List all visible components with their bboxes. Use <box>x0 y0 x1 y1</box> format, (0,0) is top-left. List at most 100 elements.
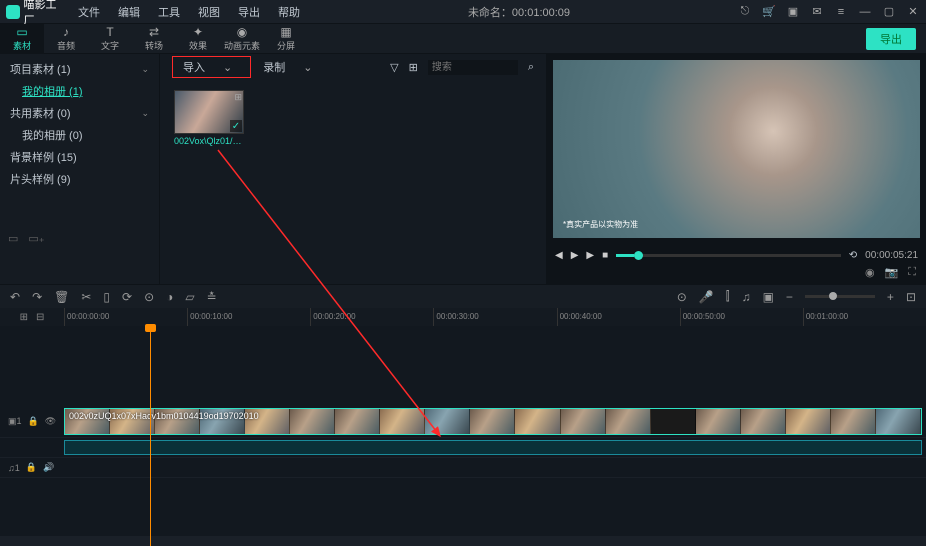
media-sidebar: 项目素材 (1)⌄ 我的相册 (1) 共用素材 (0)⌄ 我的相册 (0) 背景… <box>0 54 160 284</box>
loop-icon[interactable]: ⟲ <box>849 250 857 261</box>
search-icon[interactable]: ⌕ <box>528 61 534 74</box>
rotate-button[interactable]: ⟳ <box>122 290 132 304</box>
lock-icon[interactable]: 🔒 <box>26 462 37 473</box>
voice-icon[interactable]: 🎤 <box>699 290 714 304</box>
preview-panel: ◀ ▶ ▶ ■ ⟲ 00:00:05:21 ◉ 📷 ⛶ <box>546 54 926 284</box>
tab-elements[interactable]: ◉动画元素 <box>220 24 264 54</box>
greenscreen-button[interactable]: ▱ <box>185 290 194 304</box>
zoom-out-button[interactable]: − <box>786 290 793 304</box>
cart-icon[interactable]: 🛒 <box>762 5 776 19</box>
tab-media[interactable]: ▭素材 <box>0 24 44 54</box>
text-icon: T <box>106 26 113 38</box>
clip-label: 002v0zUQ1x07xHacv1bm0104419od19702010 <box>69 411 259 421</box>
menu-help[interactable]: 帮助 <box>278 4 300 20</box>
notify-icon[interactable]: ▣ <box>786 5 800 19</box>
undo-button[interactable]: ↶ <box>10 290 20 304</box>
timeline-expand-icon[interactable]: ⊞ <box>20 312 28 323</box>
timeline-collapse-icon[interactable]: ⊟ <box>36 312 44 323</box>
filter-icon[interactable]: ▽ <box>390 61 398 74</box>
transition-icon: ⇄ <box>149 26 159 38</box>
menu-file[interactable]: 文件 <box>78 4 100 20</box>
menu-export[interactable]: 导出 <box>238 4 260 20</box>
main-menu: 文件 编辑 工具 视图 导出 帮助 <box>78 4 300 20</box>
media-panel: 导入 录制 ▽ ⊞ ⌕ 002Vox\Qlz01/\Acv1bm010 <box>160 54 546 284</box>
close-button[interactable]: ✕ <box>906 5 920 19</box>
delete-button[interactable]: 🗑 <box>54 290 69 304</box>
tab-transition[interactable]: ⇄转场 <box>132 24 176 54</box>
record-dropdown[interactable]: 录制 <box>263 59 312 75</box>
play-button[interactable]: ▶ <box>586 250 594 261</box>
folder-icon[interactable]: ▭₊ <box>28 232 44 245</box>
sidebar-project-media[interactable]: 项目素材 (1)⌄ <box>0 58 159 80</box>
tab-effects[interactable]: ✦效果 <box>176 24 220 54</box>
import-dropdown[interactable]: 导入 <box>172 56 251 78</box>
export-button[interactable]: 导出 <box>866 28 916 50</box>
sidebar-my-album-0[interactable]: 我的相册 (0) <box>0 124 159 146</box>
menu-tools[interactable]: 工具 <box>158 4 180 20</box>
mixer-icon[interactable]: ⫿ <box>726 289 730 304</box>
snapshot-icon[interactable]: ◉ <box>865 266 875 284</box>
video-clip[interactable]: 002v0zUQ1x07xHacv1bm0104419od19702010 <box>64 408 922 435</box>
fullscreen-icon[interactable]: ⛶ <box>908 266 916 284</box>
minimize-button[interactable]: — <box>858 5 872 19</box>
visibility-icon[interactable]: 👁 <box>45 416 56 427</box>
color-button[interactable]: ◑ <box>166 290 173 304</box>
split-button[interactable]: ✂ <box>81 290 91 304</box>
search-input[interactable] <box>428 60 518 75</box>
record-icon[interactable]: ▣ <box>763 290 774 304</box>
document-title: 未命名：00:01:00:09 <box>300 4 738 20</box>
menu-edit[interactable]: 编辑 <box>118 4 140 20</box>
thumbnail-label: 002Vox\Qlz01/\Acv1bm010 <box>174 136 244 146</box>
title-bar: 喵影工厂 文件 编辑 工具 视图 导出 帮助 未命名：00:01:00:09 ⎋… <box>0 0 926 24</box>
track-label: ♫1 <box>8 463 20 473</box>
preview-scrubber[interactable] <box>616 254 841 257</box>
timeline-ruler[interactable]: 00:00:00:00 00:00:10:00 00:00:20:00 00:0… <box>64 308 926 326</box>
media-icon: ▭ <box>16 26 27 38</box>
crop-button[interactable]: ▯ <box>103 290 110 304</box>
video-track-1-audio[interactable] <box>0 438 926 458</box>
media-thumbnail[interactable]: 002Vox\Qlz01/\Acv1bm010 <box>174 90 244 146</box>
sidebar-shared-media[interactable]: 共用素材 (0)⌄ <box>0 102 159 124</box>
new-folder-icon[interactable]: ▭ <box>8 232 18 245</box>
marker-icon[interactable]: ⊙ <box>677 290 687 304</box>
tab-splitscreen[interactable]: ▦分屏 <box>264 24 308 54</box>
preview-canvas[interactable] <box>553 60 920 238</box>
camera-icon[interactable]: 📷 <box>885 266 899 284</box>
settings-icon[interactable]: ≡ <box>834 5 848 19</box>
grid-view-icon[interactable]: ⊞ <box>409 61 418 74</box>
chevron-down-icon: ⌄ <box>141 108 149 119</box>
zoom-slider[interactable] <box>805 295 875 298</box>
adjust-button[interactable]: ≛ <box>207 290 217 304</box>
speed-button[interactable]: ⊙ <box>144 290 154 304</box>
split-icon: ▦ <box>280 26 291 38</box>
chevron-down-icon: ⌄ <box>141 64 149 75</box>
redo-button[interactable]: ↷ <box>32 290 42 304</box>
sidebar-bg-samples[interactable]: 背景样例 (15) <box>0 146 159 168</box>
message-icon[interactable]: ✉ <box>810 5 824 19</box>
maximize-button[interactable]: ▢ <box>882 5 896 19</box>
sidebar-my-album-1[interactable]: 我的相册 (1) <box>0 80 159 102</box>
account-icon[interactable]: ⎋ <box>738 5 752 19</box>
zoom-in-button[interactable]: + <box>887 290 894 304</box>
playhead[interactable] <box>150 326 151 546</box>
preview-timecode: 00:00:05:21 <box>865 250 918 261</box>
stop-button[interactable]: ■ <box>602 250 608 261</box>
video-track-1[interactable]: ▣1 🔒 👁 002v0zUQ1x07xHacv1bm0104419od1970… <box>0 406 926 438</box>
lock-icon[interactable]: 🔒 <box>28 416 39 427</box>
tab-audio[interactable]: ♪音频 <box>44 24 88 54</box>
prev-frame-button[interactable]: ◀ <box>555 250 563 261</box>
menu-view[interactable]: 视图 <box>198 4 220 20</box>
thumbnail-image <box>174 90 244 134</box>
timeline-toolbar: ↶ ↷ 🗑 ✂ ▯ ⟳ ⊙ ◑ ▱ ≛ ⊙ 🎤 ⫿ ♫ ▣ − + ⊡ <box>0 284 926 308</box>
music-icon[interactable]: ♫ <box>742 290 751 304</box>
zoom-fit-button[interactable]: ⊡ <box>906 290 916 304</box>
mute-icon[interactable]: 🔊 <box>43 462 54 473</box>
tab-text[interactable]: T文字 <box>88 24 132 54</box>
sidebar-intro-samples[interactable]: 片头样例 (9) <box>0 168 159 190</box>
audio-track-1[interactable]: ♫1 🔒 🔊 <box>0 458 926 478</box>
play-back-button[interactable]: ▶ <box>571 250 579 261</box>
effects-icon: ✦ <box>193 26 203 38</box>
audio-icon: ♪ <box>63 26 69 38</box>
track-label: ▣1 <box>8 416 22 427</box>
elements-icon: ◉ <box>237 26 247 38</box>
